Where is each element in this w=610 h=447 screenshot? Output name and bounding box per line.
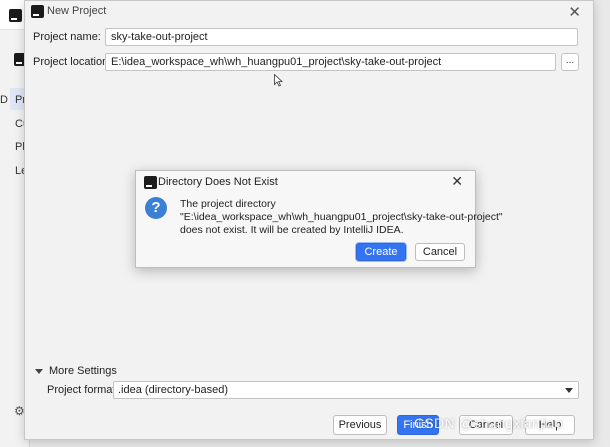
project-name-input[interactable]: sky-take-out-project — [105, 28, 578, 46]
dialog-title: New Project — [47, 5, 107, 17]
create-button[interactable]: Create — [356, 243, 406, 261]
intellij-logo-icon — [142, 174, 157, 189]
project-format-value: .idea (directory-based) — [118, 384, 229, 396]
modal-title: Directory Does Not Exist — [158, 176, 278, 188]
watermark: CSDN @shangxianjiao — [414, 415, 564, 431]
mouse-cursor-icon — [274, 74, 283, 87]
modal-cancel-button[interactable]: Cancel — [415, 243, 465, 261]
directory-not-exist-modal: Directory Does Not Exist ✕ ? The project… — [135, 170, 503, 268]
close-icon[interactable]: ✕ — [451, 173, 463, 190]
project-location-input[interactable]: E:\idea_workspace_wh\wh_huangpu01_projec… — [105, 53, 556, 71]
dialog-titlebar: New Project ✕ — [25, 1, 593, 23]
intellij-logo-icon — [29, 3, 44, 18]
background-label: D — [0, 94, 8, 106]
browse-button[interactable]: ... — [561, 53, 579, 71]
question-icon: ? — [145, 197, 167, 219]
chevron-down-icon — [35, 368, 43, 374]
modal-message: The project directory "E:\idea_workspace… — [180, 198, 503, 237]
more-settings-label: More Settings — [49, 365, 117, 377]
modal-message-line: does not exist. It will be created by In… — [180, 224, 404, 236]
intellij-logo-icon — [7, 7, 22, 22]
project-name-label: Project name: — [33, 31, 101, 43]
previous-button[interactable]: Previous — [333, 415, 387, 435]
modal-message-line: The project directory — [180, 198, 276, 210]
project-location-label: Project location: — [33, 56, 112, 68]
project-format-select[interactable]: .idea (directory-based) — [113, 381, 579, 399]
project-format-label: Project format: — [47, 384, 119, 396]
close-icon[interactable]: ✕ — [568, 3, 581, 21]
chevron-down-icon — [565, 388, 573, 393]
more-settings-toggle[interactable]: More Settings — [35, 365, 117, 377]
modal-message-line: "E:\idea_workspace_wh\wh_huangpu01_proje… — [180, 211, 503, 223]
